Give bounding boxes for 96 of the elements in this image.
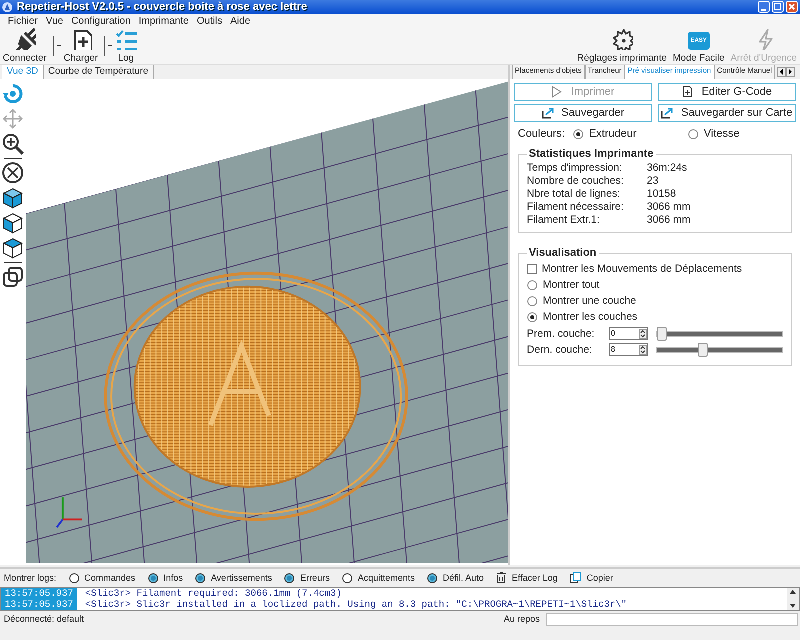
stat-label: Filament nécessaire: bbox=[527, 201, 625, 213]
color-mode-option[interactable]: Extrudeur bbox=[573, 128, 637, 140]
radio-option[interactable]: Montrer les couches bbox=[527, 311, 783, 323]
toggle-on[interactable] bbox=[195, 572, 206, 584]
tab[interactable]: Vue 3D bbox=[2, 65, 44, 79]
app-icon bbox=[2, 2, 13, 12]
log-filter-toggle[interactable]: Erreurs bbox=[284, 572, 330, 584]
stat-label: Nombre de couches: bbox=[527, 175, 625, 187]
toggle-on[interactable] bbox=[284, 572, 296, 584]
plug-icon bbox=[14, 28, 36, 50]
toolbar-button[interactable]: Réglages imprimante bbox=[574, 28, 670, 64]
log-timestamp: 13:57:05.937 bbox=[5, 599, 74, 610]
slider-thumb[interactable] bbox=[657, 326, 667, 340]
menu-item[interactable]: Fichier bbox=[4, 16, 42, 26]
checkbox-option[interactable]: Montrer les Mouvements de Déplacements bbox=[527, 263, 783, 275]
play-icon bbox=[551, 86, 564, 98]
export-icon bbox=[661, 107, 674, 119]
3d-print-preview-drawing[interactable] bbox=[26, 79, 508, 563]
toggle-on[interactable] bbox=[148, 572, 159, 584]
dropdown-mark[interactable] bbox=[108, 44, 112, 48]
action-button[interactable]: Sauvegarder bbox=[514, 104, 652, 122]
menu-item[interactable]: Outils bbox=[192, 16, 226, 26]
menu-item[interactable]: Configuration bbox=[67, 16, 135, 26]
cube-icon[interactable] bbox=[2, 212, 24, 234]
radio-unchecked[interactable] bbox=[688, 128, 699, 140]
dropdown-mark[interactable] bbox=[56, 44, 61, 48]
printer-status: Au repos bbox=[504, 614, 540, 624]
log-action-button[interactable]: Copier bbox=[570, 572, 614, 584]
log-filter-toggle[interactable]: Infos bbox=[148, 572, 184, 584]
log-timestamp: 13:57:05.937 bbox=[5, 588, 74, 599]
layer-label: Dern. couche: bbox=[527, 344, 594, 356]
logs-label: Montrer logs: bbox=[4, 573, 57, 583]
radio-option[interactable]: Montrer une couche bbox=[527, 295, 783, 307]
stat-value: 23 bbox=[647, 175, 660, 187]
toggle-on[interactable] bbox=[426, 572, 438, 584]
group-title: Visualisation bbox=[528, 247, 598, 259]
fit-view-icon[interactable] bbox=[2, 162, 24, 184]
log-filter-toggle[interactable]: Défil. Auto bbox=[426, 572, 484, 584]
checkbox-unchecked[interactable] bbox=[527, 264, 537, 274]
zoom-icon[interactable] bbox=[2, 133, 24, 155]
stat-value: 3066 mm bbox=[647, 201, 692, 213]
toggle-off[interactable] bbox=[68, 572, 80, 584]
toolbar-button[interactable]: Charger bbox=[60, 28, 102, 64]
log-message: <Slic3r> Slic3r installed in a loclized path. Using an 8.3 path: "C:\PROGRA~1\REPETI~1\Slic3r\" bbox=[85, 599, 628, 610]
layer-label: Prem. couche: bbox=[527, 328, 596, 340]
spin-arrows-icon[interactable] bbox=[639, 328, 647, 338]
connection-status: Déconnecté: default bbox=[4, 614, 84, 624]
colors-label: Couleurs: bbox=[518, 128, 566, 140]
settings-icon bbox=[611, 28, 634, 50]
toolbar-button[interactable]: Log bbox=[112, 28, 140, 64]
scroll-up-icon[interactable] bbox=[787, 588, 799, 596]
tab-scroll-arrows-icon[interactable] bbox=[777, 67, 796, 77]
spin-arrows-icon[interactable] bbox=[639, 344, 647, 354]
action-button[interactable]: Editer G-Code bbox=[658, 83, 796, 101]
tab[interactable]: Courbe de Température bbox=[43, 65, 154, 79]
radio-unchecked[interactable] bbox=[527, 296, 538, 306]
rotate-icon[interactable] bbox=[2, 83, 24, 105]
cube-icon[interactable] bbox=[2, 187, 24, 209]
radio-checked[interactable] bbox=[527, 312, 538, 322]
overlap-squares-icon[interactable] bbox=[2, 266, 24, 288]
radio-unchecked[interactable] bbox=[527, 280, 538, 290]
radio-checked[interactable] bbox=[573, 128, 584, 140]
slider-thumb[interactable] bbox=[698, 342, 708, 356]
log-filter-toggle[interactable]: Commandes bbox=[68, 572, 136, 584]
radio-option[interactable]: Montrer tout bbox=[527, 279, 783, 291]
stat-value: 36m:24s bbox=[647, 162, 688, 174]
window-title: Repetier-Host V2.0.5 - couvercle boite à rose avec lettre bbox=[17, 1, 308, 13]
file-plus-icon bbox=[682, 86, 694, 98]
cube-icon[interactable] bbox=[2, 237, 24, 259]
stat-label: Filament Extr.1: bbox=[527, 214, 601, 226]
minimize-icon[interactable] bbox=[758, 1, 770, 13]
stat-label: Temps d'impression: bbox=[527, 162, 624, 174]
color-mode-option[interactable]: Vitesse bbox=[688, 128, 792, 140]
scrollbar[interactable] bbox=[787, 588, 799, 610]
layer-spinbox[interactable]: 0 bbox=[609, 327, 648, 340]
log-filter-toggle[interactable]: Avertissements bbox=[195, 572, 272, 584]
layer-spinbox[interactable]: 8 bbox=[609, 343, 648, 356]
group-title: Statistiques Imprimante bbox=[528, 148, 655, 160]
log-filter-toggle[interactable]: Acquittements bbox=[342, 572, 415, 584]
trash-icon bbox=[496, 572, 508, 584]
menu-item[interactable]: Aide bbox=[226, 16, 255, 26]
toggle-off[interactable] bbox=[342, 572, 353, 584]
log-action-button[interactable]: Effacer Log bbox=[496, 572, 558, 584]
stat-value: 3066 mm bbox=[647, 214, 692, 226]
export-icon bbox=[542, 107, 554, 119]
menu-item[interactable]: Vue bbox=[42, 16, 68, 26]
close-icon[interactable] bbox=[786, 1, 798, 13]
log-message: <Slic3r> Filament required: 3066.1mm (7.4cm3) bbox=[85, 588, 343, 599]
maximize-icon[interactable] bbox=[772, 1, 784, 13]
stat-value: 10158 bbox=[647, 188, 678, 200]
copy-icon bbox=[570, 572, 582, 584]
stat-label: Nbre total de lignes: bbox=[527, 188, 622, 200]
action-button[interactable]: Sauvegarder sur Carte bbox=[658, 104, 796, 122]
menu-item[interactable]: Imprimante bbox=[134, 16, 193, 26]
checklist-icon bbox=[115, 28, 138, 50]
toolbar-button[interactable]: Connecter bbox=[0, 28, 50, 64]
